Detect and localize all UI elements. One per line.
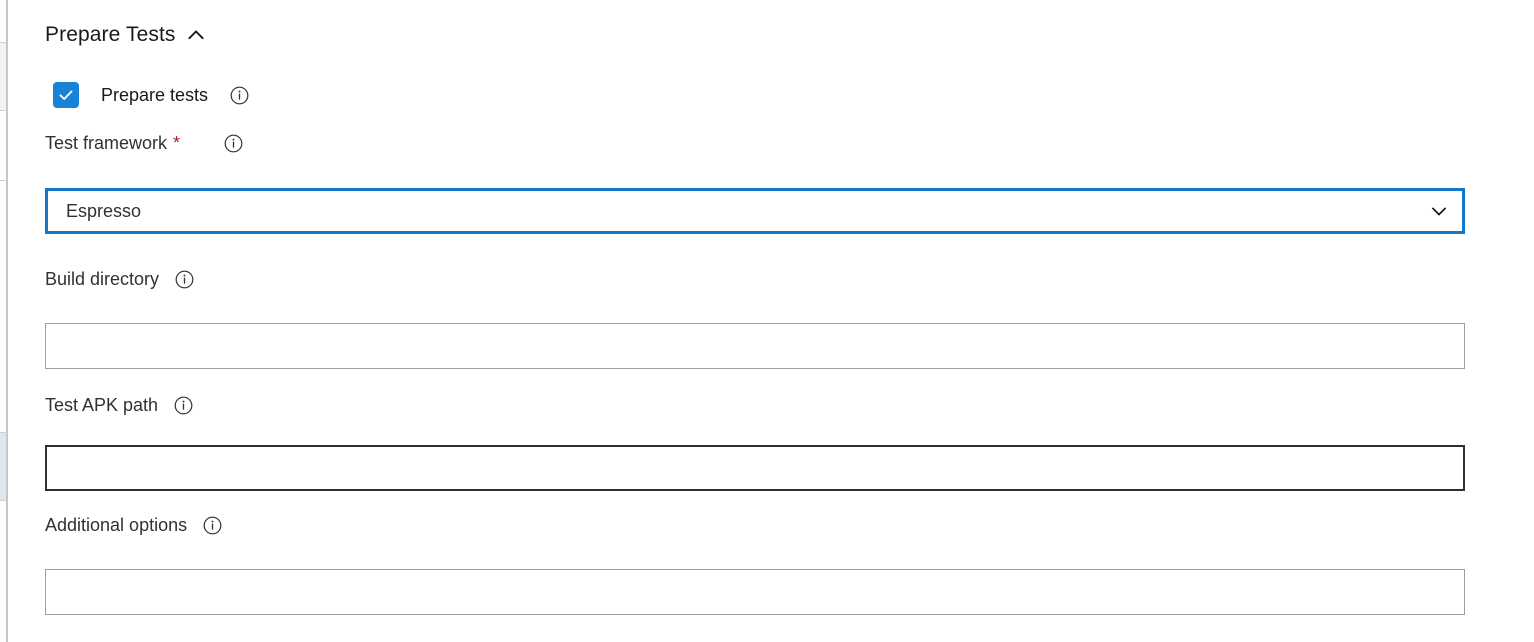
rail-segment-highlight [0,432,6,500]
rail-tick [0,432,7,433]
prepare-tests-checkbox[interactable] [53,82,79,108]
info-icon[interactable] [174,396,193,415]
field-label-text: Build directory [45,269,160,289]
section-header-prepare-tests[interactable]: Prepare Tests [45,21,205,49]
rail-segment-upper [0,42,6,110]
left-scroll-rail[interactable] [0,0,12,642]
rail-tick [0,180,7,181]
field-label-text: Test APK path [45,395,159,415]
chevron-down-icon[interactable] [1430,202,1448,220]
rail-tick [0,42,7,43]
required-asterisk: * [173,133,181,153]
prepare-tests-panel: Prepare Tests Prepare tests Test framewo… [0,0,1534,642]
field-label-test-framework: Test framework * [45,131,243,155]
rail-divider-line [6,0,8,642]
field-label-text: Additional options [45,515,188,535]
info-icon[interactable] [224,134,243,153]
test-framework-selected-value: Espresso [66,201,142,221]
additional-options-input[interactable] [45,569,1465,615]
field-label-build-directory: Build directory [45,267,194,291]
field-label-text: Test framework [45,133,168,153]
build-directory-input[interactable] [45,323,1465,369]
checkmark-icon [59,90,73,100]
test-framework-dropdown[interactable]: Espresso [45,188,1465,234]
info-icon[interactable] [175,270,194,289]
rail-tick [0,500,7,501]
info-icon[interactable] [203,516,222,535]
chevron-up-icon[interactable] [187,26,205,44]
page-title: Prepare Tests [45,23,176,46]
prepare-tests-checkbox-label: Prepare tests [101,85,209,105]
info-icon[interactable] [230,86,249,105]
prepare-tests-checkbox-row[interactable]: Prepare tests [53,82,249,108]
field-label-test-apk-path: Test APK path [45,393,193,417]
field-label-additional-options: Additional options [45,513,222,537]
test-apk-path-input[interactable] [45,445,1465,491]
rail-tick [0,110,7,111]
